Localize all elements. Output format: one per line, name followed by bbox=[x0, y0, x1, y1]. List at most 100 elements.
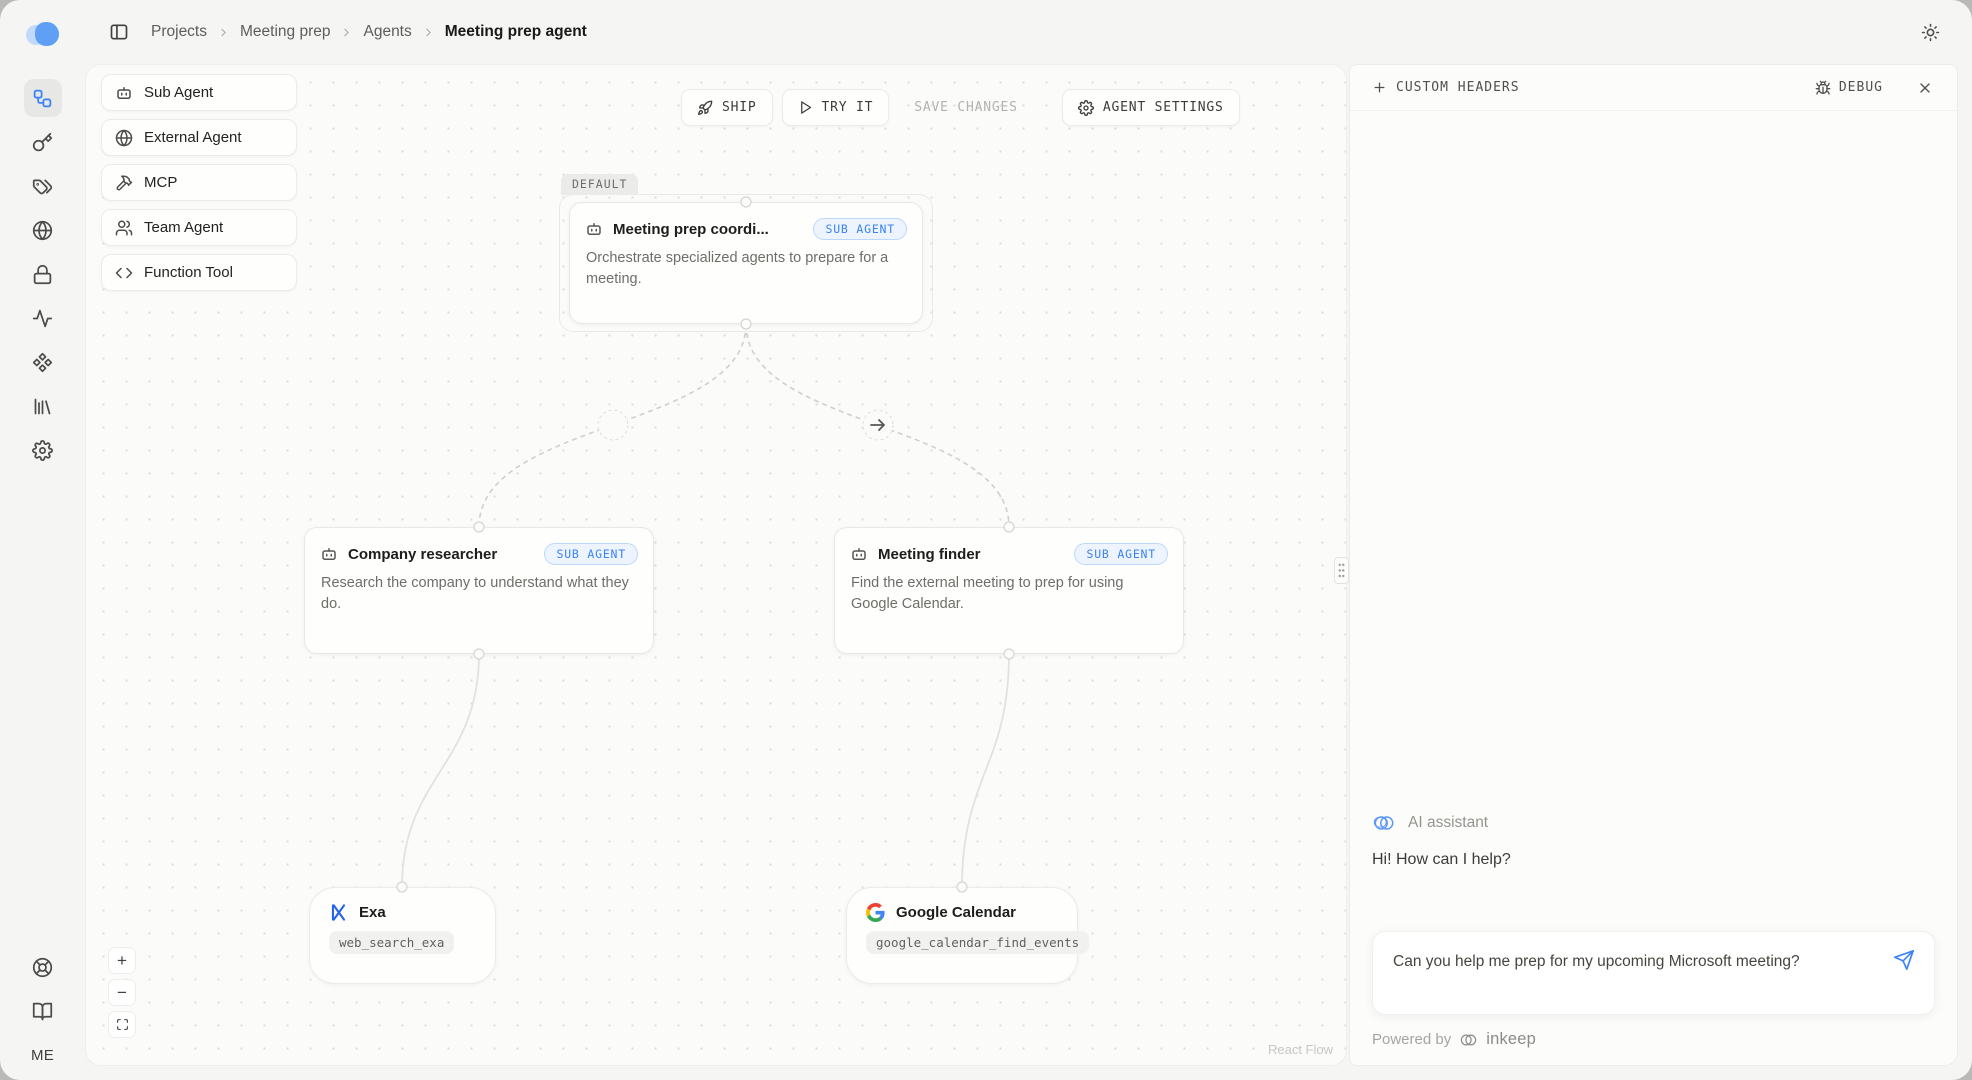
inkeep-logo-mark bbox=[1458, 1031, 1479, 1049]
tool-name-pill: web_search_exa bbox=[329, 931, 454, 954]
send-icon[interactable] bbox=[1891, 947, 1917, 973]
node-handle[interactable] bbox=[1004, 649, 1015, 660]
powered-by: Powered by inkeep bbox=[1372, 1030, 1935, 1049]
palette-function-tool[interactable]: Function Tool bbox=[101, 254, 297, 291]
theme-toggle-sun-icon[interactable] bbox=[1917, 19, 1944, 46]
sub-agent-badge: SUB AGENT bbox=[813, 218, 907, 240]
try-it-panel: CUSTOM HEADERS DEBUG AI assistant Hi! Ho… bbox=[1349, 64, 1958, 1066]
tool-node-title: Exa bbox=[359, 904, 386, 921]
ship-button[interactable]: SHIP bbox=[681, 89, 773, 126]
key-icon[interactable] bbox=[24, 123, 62, 161]
breadcrumb: Projects Meeting prep Agents Meeting pre… bbox=[151, 23, 587, 41]
custom-headers-button[interactable]: CUSTOM HEADERS bbox=[1372, 80, 1520, 95]
zoom-in-button[interactable]: + bbox=[108, 947, 136, 974]
node-meeting-finder[interactable]: Meeting finder SUB AGENT Find the extern… bbox=[834, 527, 1184, 654]
google-logo bbox=[866, 903, 885, 922]
maximize-icon bbox=[116, 1018, 129, 1031]
node-handle[interactable] bbox=[474, 522, 485, 533]
breadcrumb-current-page: Meeting prep agent bbox=[445, 23, 587, 41]
components-icon[interactable] bbox=[24, 343, 62, 381]
bot-icon bbox=[850, 545, 868, 563]
palette-sub-agent[interactable]: Sub Agent bbox=[101, 74, 297, 111]
palette-external-agent[interactable]: External Agent bbox=[101, 119, 297, 156]
default-agent-group: DEFAULT Meeting prep coordi... SUB AGENT… bbox=[559, 194, 933, 332]
top-header: Projects Meeting prep Agents Meeting pre… bbox=[85, 0, 1972, 64]
bot-icon bbox=[115, 84, 133, 102]
node-exa-tool[interactable]: Exa web_search_exa bbox=[309, 887, 496, 984]
app-window: ME Projects Meeting prep Agents Meeting … bbox=[0, 0, 1972, 1080]
default-group-label: DEFAULT bbox=[561, 174, 638, 195]
activity-icon[interactable] bbox=[24, 299, 62, 337]
node-title: Meeting prep coordi... bbox=[613, 221, 769, 238]
save-changes-button[interactable]: SAVE CHANGES bbox=[898, 89, 1034, 126]
inkeep-assistant-icon bbox=[1372, 812, 1396, 834]
panel-header: CUSTOM HEADERS DEBUG bbox=[1350, 65, 1957, 111]
globe-icon bbox=[115, 129, 133, 147]
hammer-icon bbox=[115, 174, 133, 192]
node-handle[interactable] bbox=[397, 882, 408, 893]
gear-icon bbox=[1078, 100, 1094, 116]
settings-icon[interactable] bbox=[24, 431, 62, 469]
rocket-icon bbox=[697, 100, 713, 116]
sidebar-toggle-icon[interactable] bbox=[105, 18, 133, 46]
palette-team-agent[interactable]: Team Agent bbox=[101, 209, 297, 246]
zoom-out-button[interactable]: − bbox=[108, 979, 136, 1006]
docs-icon[interactable] bbox=[24, 992, 62, 1030]
sub-agent-badge: SUB AGENT bbox=[544, 543, 638, 565]
users-icon bbox=[115, 219, 133, 237]
palette-mcp[interactable]: MCP bbox=[101, 164, 297, 201]
workflow-icon[interactable] bbox=[24, 79, 62, 117]
user-avatar[interactable]: ME bbox=[31, 1047, 54, 1064]
globe-icon[interactable] bbox=[24, 211, 62, 249]
inkeep-logo bbox=[26, 22, 60, 48]
play-icon bbox=[798, 100, 813, 115]
node-title: Meeting finder bbox=[878, 546, 981, 563]
tags-icon[interactable] bbox=[24, 167, 62, 205]
node-company-researcher[interactable]: Company researcher SUB AGENT Research th… bbox=[304, 527, 654, 654]
node-handle[interactable] bbox=[474, 649, 485, 660]
node-handle[interactable] bbox=[957, 882, 968, 893]
flow-canvas[interactable]: Sub Agent External Agent MCP Team Agent … bbox=[85, 64, 1347, 1066]
chat-input-card[interactable]: Can you help me prep for my upcoming Mic… bbox=[1372, 931, 1935, 1015]
bot-icon bbox=[320, 545, 338, 563]
code-icon bbox=[115, 264, 133, 282]
react-flow-attribution: React Flow bbox=[1268, 1042, 1333, 1057]
node-handle[interactable] bbox=[741, 197, 752, 208]
tool-name-pill: google_calendar_find_events bbox=[866, 931, 1089, 954]
icon-rail: ME bbox=[0, 0, 85, 1080]
node-palette: Sub Agent External Agent MCP Team Agent … bbox=[101, 74, 297, 291]
tool-node-title: Google Calendar bbox=[896, 904, 1016, 921]
chat-input[interactable]: Can you help me prep for my upcoming Mic… bbox=[1393, 949, 1843, 974]
bot-icon bbox=[585, 220, 603, 238]
chevron-separator-icon bbox=[422, 26, 435, 39]
node-description: Find the external meeting to prep for us… bbox=[835, 570, 1183, 630]
plus-icon bbox=[1372, 80, 1387, 95]
library-icon[interactable] bbox=[24, 387, 62, 425]
assistant-header: AI assistant bbox=[1372, 812, 1935, 834]
fit-view-button[interactable] bbox=[108, 1011, 136, 1038]
assistant-label: AI assistant bbox=[1408, 814, 1488, 832]
node-description: Research the company to understand what … bbox=[305, 570, 653, 630]
node-meeting-prep-coordinator[interactable]: Meeting prep coordi... SUB AGENT Orchest… bbox=[569, 202, 923, 324]
breadcrumb-projects[interactable]: Projects bbox=[151, 23, 207, 41]
chevron-separator-icon bbox=[340, 26, 353, 39]
lock-icon[interactable] bbox=[24, 255, 62, 293]
node-description: Orchestrate specialized agents to prepar… bbox=[570, 245, 922, 305]
node-title: Company researcher bbox=[348, 546, 497, 563]
close-icon[interactable] bbox=[1915, 78, 1935, 98]
help-icon[interactable] bbox=[24, 948, 62, 986]
exa-logo bbox=[329, 903, 348, 922]
assistant-greeting: Hi! How can I help? bbox=[1372, 851, 1935, 869]
chat-area: AI assistant Hi! How can I help? Can you… bbox=[1372, 812, 1935, 1049]
breadcrumb-agents[interactable]: Agents bbox=[363, 23, 411, 41]
debug-button[interactable]: DEBUG bbox=[1815, 80, 1883, 96]
panel-resize-handle[interactable] bbox=[1334, 557, 1349, 584]
agent-settings-button[interactable]: AGENT SETTINGS bbox=[1062, 89, 1240, 126]
node-handle[interactable] bbox=[1004, 522, 1015, 533]
node-google-calendar-tool[interactable]: Google Calendar google_calendar_find_eve… bbox=[846, 887, 1078, 984]
edge-arrow-marker bbox=[863, 410, 893, 440]
breadcrumb-meeting-prep[interactable]: Meeting prep bbox=[240, 23, 330, 41]
node-handle[interactable] bbox=[741, 319, 752, 330]
try-it-button[interactable]: TRY IT bbox=[782, 89, 890, 126]
chevron-separator-icon bbox=[217, 26, 230, 39]
